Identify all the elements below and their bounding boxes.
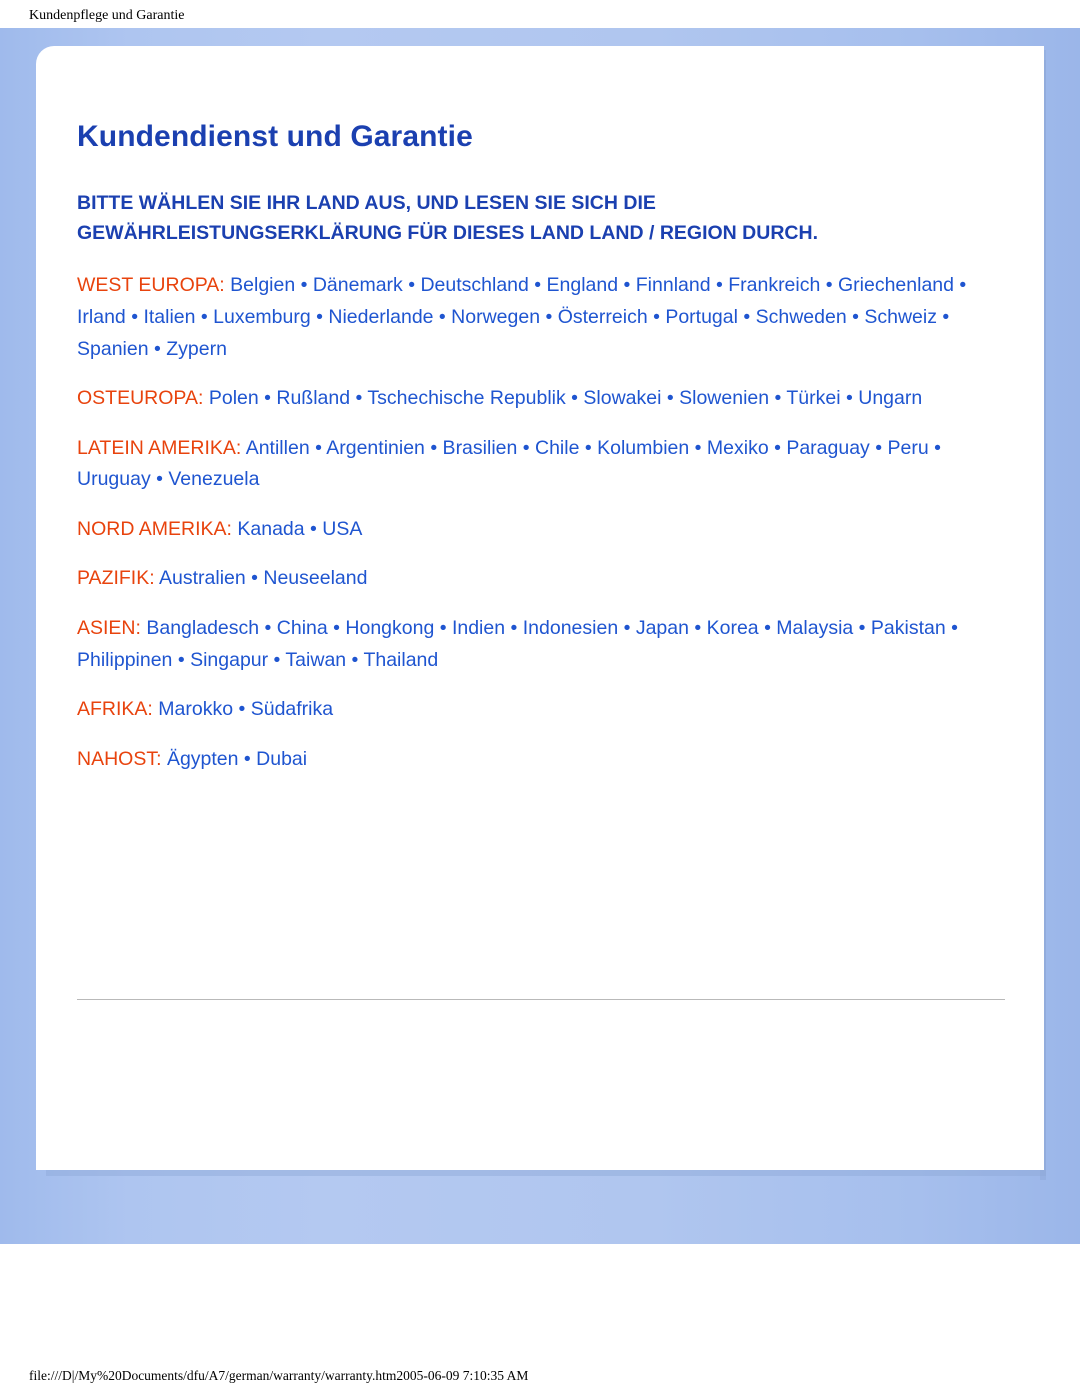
page-title: Kundendienst und Garantie <box>77 120 473 153</box>
region-label-west-europa: WEST EUROPA: <box>77 274 225 297</box>
print-page-footer: file:///D|/My%20Documents/dfu/A7/german/… <box>29 1368 529 1383</box>
intro-paragraph: BITTE WÄHLEN SIE IHR LAND AUS, UND LESEN… <box>77 192 819 245</box>
region-nahost: NAHOST: Ägypten • Dubai <box>77 744 1017 776</box>
region-asien: ASIEN: Bangladesch • China • Hongkong • … <box>77 613 1017 676</box>
region-nord-amerika: NORD AMERIKA: Kanada • USA <box>77 514 1017 546</box>
region-countries-afrika[interactable]: Marokko • Südafrika <box>158 698 333 720</box>
region-west-europa: WEST EUROPA: Belgien • Dänemark • Deutsc… <box>77 270 1017 365</box>
region-label-nahost: NAHOST: <box>77 747 162 770</box>
region-countries-osteuropa[interactable]: Polen • Rußland • Tschechische Republik … <box>209 387 922 409</box>
region-osteuropa: OSTEUROPA: Polen • Rußland • Tschechisch… <box>77 383 1017 415</box>
region-pazifik: PAZIFIK: Australien • Neuseeland <box>77 563 1017 595</box>
region-label-afrika: AFRIKA: <box>77 698 153 721</box>
region-countries-nord-amerika[interactable]: Kanada • USA <box>237 518 362 540</box>
region-label-asien: ASIEN: <box>77 617 141 640</box>
page-bottom-margin <box>0 1244 1080 1360</box>
page-canvas: Kundendienst und Garantie BITTE WÄHLEN S… <box>0 28 1080 1360</box>
region-label-latein-amerika: LATEIN AMERIKA: <box>77 436 242 459</box>
region-countries-nahost[interactable]: Ägypten • Dubai <box>167 748 307 770</box>
region-countries-asien[interactable]: Bangladesch • China • Hongkong • Indien … <box>77 617 958 671</box>
region-countries-pazifik[interactable]: Australien • Neuseeland <box>159 567 367 589</box>
print-page-header: Kundenpflege und Garantie <box>29 8 185 23</box>
horizontal-rule <box>77 999 1005 1000</box>
region-latein-amerika: LATEIN AMERIKA: Antillen • Argentinien •… <box>77 433 1017 496</box>
region-label-osteuropa: OSTEUROPA: <box>77 387 204 410</box>
region-label-nord-amerika: NORD AMERIKA: <box>77 517 232 540</box>
document-content: Kundendienst und Garantie BITTE WÄHLEN S… <box>77 120 1017 793</box>
region-label-pazifik: PAZIFIK: <box>77 567 155 590</box>
region-afrika: AFRIKA: Marokko • Südafrika <box>77 694 1017 726</box>
